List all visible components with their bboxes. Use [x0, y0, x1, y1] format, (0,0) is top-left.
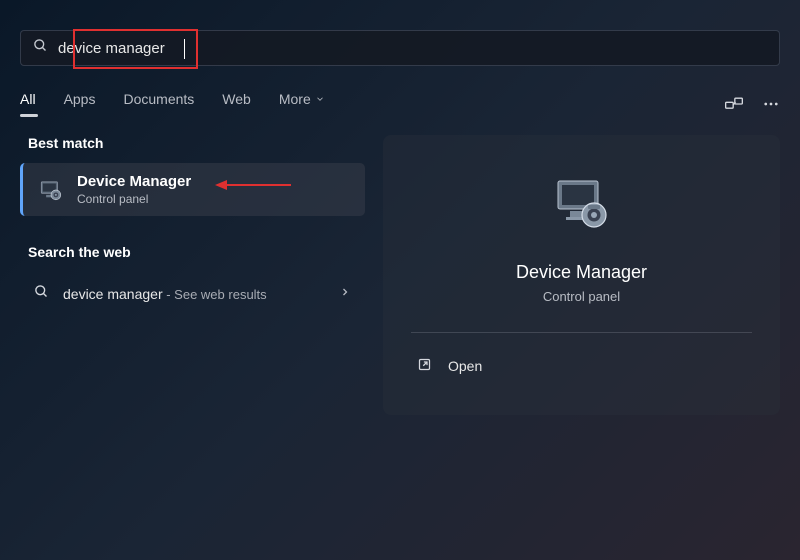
search-bar[interactable]	[20, 30, 780, 66]
preview-subtitle: Control panel	[543, 289, 620, 304]
web-result-suffix: - See web results	[163, 287, 267, 302]
tab-apps[interactable]: Apps	[64, 91, 96, 117]
divider	[411, 332, 752, 333]
open-external-icon	[417, 357, 432, 375]
tabs-row: All Apps Documents Web More	[20, 91, 780, 117]
result-title: Device Manager	[77, 173, 191, 190]
tabs-left: All Apps Documents Web More	[20, 91, 325, 117]
tab-documents[interactable]: Documents	[123, 91, 194, 117]
tab-web[interactable]: Web	[222, 91, 251, 117]
tab-more[interactable]: More	[279, 91, 325, 117]
open-action[interactable]: Open	[411, 347, 752, 385]
search-web-heading: Search the web	[28, 244, 365, 260]
preview-panel: Device Manager Control panel Open	[383, 135, 780, 415]
search-icon	[34, 284, 49, 304]
result-text: Device Manager Control panel	[77, 173, 191, 206]
network-icon[interactable]	[724, 95, 744, 113]
tab-more-label: More	[279, 91, 311, 107]
web-result-query: device manager	[63, 286, 163, 302]
search-icon	[33, 38, 48, 58]
preview-title: Device Manager	[516, 262, 647, 283]
search-input[interactable]	[58, 40, 767, 57]
results-panel: Best match Device Manager Control panel	[20, 135, 365, 415]
web-result-text: device manager - See web results	[63, 286, 325, 302]
result-subtitle: Control panel	[77, 192, 191, 206]
content-area: Best match Device Manager Control panel	[20, 135, 780, 415]
chevron-right-icon	[339, 285, 351, 303]
preview-device-manager-icon	[550, 177, 614, 238]
device-manager-icon	[37, 176, 65, 204]
best-match-result[interactable]: Device Manager Control panel	[20, 163, 365, 216]
more-options-icon[interactable]	[762, 95, 780, 113]
chevron-down-icon	[315, 94, 325, 104]
annotation-arrow	[213, 177, 293, 193]
best-match-heading: Best match	[28, 135, 365, 151]
open-action-label: Open	[448, 358, 482, 374]
web-result-item[interactable]: device manager - See web results	[20, 272, 365, 316]
text-cursor	[184, 39, 185, 59]
search-web-section: Search the web device manager - See web …	[20, 244, 365, 316]
tabs-right	[724, 95, 780, 113]
tab-all[interactable]: All	[20, 91, 36, 117]
